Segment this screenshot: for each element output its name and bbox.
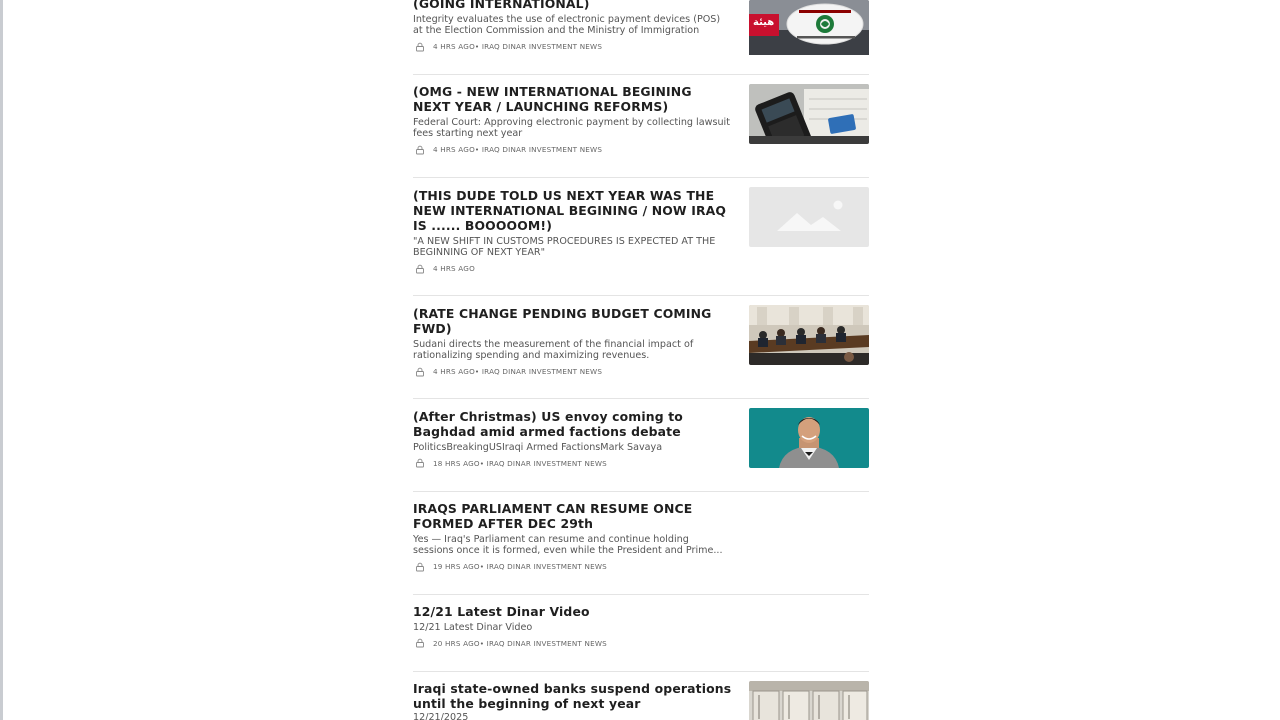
post-meta: 19 HRS AGO • IRAQ DINAR INVESTMENT NEWS: [413, 561, 733, 573]
post-title[interactable]: (RATE CHANGE PENDING BUDGET COMING FWD): [413, 306, 733, 336]
post-source[interactable]: • IRAQ DINAR INVESTMENT NEWS: [480, 562, 607, 571]
post-item[interactable]: (After Christmas) US envoy coming to Bag…: [413, 408, 869, 489]
post-item[interactable]: 12/21 Latest Dinar Video 12/21 Latest Di…: [413, 604, 869, 664]
post-text: (GOING INTERNATIONAL) Integrity evaluate…: [413, 0, 733, 53]
post-text: (THIS DUDE TOLD US NEXT YEAR WAS THE NEW…: [413, 188, 733, 275]
post-time: 20 HRS AGO: [433, 638, 480, 648]
post-item[interactable]: Iraqi state-owned banks suspend operatio…: [413, 681, 869, 720]
post-meta: 20 HRS AGO • IRAQ DINAR INVESTMENT NEWS: [413, 637, 733, 649]
post-text: (After Christmas) US envoy coming to Bag…: [413, 409, 733, 469]
post-time: 4 HRS AGO: [433, 367, 475, 377]
post-title[interactable]: (After Christmas) US envoy coming to Bag…: [413, 409, 733, 439]
post-source[interactable]: • IRAQ DINAR INVESTMENT NEWS: [475, 145, 602, 154]
post-title[interactable]: Iraqi state-owned banks suspend operatio…: [413, 681, 733, 711]
post-text: IRAQS PARLIAMENT CAN RESUME ONCE FORMED …: [413, 501, 733, 573]
lock-icon: [413, 144, 427, 155]
post-item[interactable]: (THIS DUDE TOLD US NEXT YEAR WAS THE NEW…: [413, 187, 869, 284]
lock-icon: [413, 561, 427, 572]
post-time: 4 HRS AGO: [433, 264, 475, 274]
feed-divider: [413, 74, 869, 75]
post-thumbnail[interactable]: [749, 408, 869, 468]
post-thumbnail[interactable]: [749, 305, 869, 365]
post-title[interactable]: IRAQS PARLIAMENT CAN RESUME ONCE FORMED …: [413, 501, 733, 531]
window-left-edge: [0, 0, 3, 720]
post-subtitle: 12/21 Latest Dinar Video: [413, 622, 533, 633]
post-subtitle: 12/21/2025: [413, 712, 469, 720]
post-subtitle: "A NEW SHIFT IN CUSTOMS PROCEDURES IS EX…: [413, 236, 716, 259]
post-subtitle: Federal Court: Approving electronic paym…: [413, 117, 730, 140]
post-subtitle: PoliticsBreakingUSIraqi Armed FactionsMa…: [413, 442, 663, 453]
post-title[interactable]: (THIS DUDE TOLD US NEXT YEAR WAS THE NEW…: [413, 188, 733, 233]
post-text: (RATE CHANGE PENDING BUDGET COMING FWD) …: [413, 306, 733, 378]
post-title[interactable]: 12/21 Latest Dinar Video: [413, 604, 733, 619]
post-thumbnail[interactable]: هيئة: [749, 0, 869, 60]
post-text: 12/21 Latest Dinar Video 12/21 Latest Di…: [413, 604, 733, 649]
news-feed: (GOING INTERNATIONAL) Integrity evaluate…: [413, 0, 869, 720]
feed-divider: [413, 177, 869, 178]
feed-divider: [413, 295, 869, 296]
feed-divider: [413, 398, 869, 399]
post-text: (OMG - NEW INTERNATIONAL BEGINING NEXT Y…: [413, 84, 733, 156]
feed-divider: [413, 671, 869, 672]
post-item[interactable]: (RATE CHANGE PENDING BUDGET COMING FWD) …: [413, 305, 869, 386]
post-source[interactable]: • IRAQ DINAR INVESTMENT NEWS: [480, 639, 607, 648]
feed-divider: [413, 594, 869, 595]
post-title[interactable]: (GOING INTERNATIONAL): [413, 0, 733, 11]
post-text: Iraqi state-owned banks suspend operatio…: [413, 681, 733, 720]
post-meta: 18 HRS AGO • IRAQ DINAR INVESTMENT NEWS: [413, 457, 733, 469]
post-source[interactable]: • IRAQ DINAR INVESTMENT NEWS: [475, 367, 602, 376]
lock-icon: [413, 458, 427, 469]
post-item[interactable]: IRAQS PARLIAMENT CAN RESUME ONCE FORMED …: [413, 501, 869, 581]
post-subtitle: Yes — Iraq's Parliament can resume and c…: [413, 534, 723, 557]
post-meta: 4 HRS AGO • IRAQ DINAR INVESTMENT NEWS: [413, 144, 733, 156]
post-thumbnail[interactable]: [749, 681, 869, 720]
post-meta: 4 HRS AGO • IRAQ DINAR INVESTMENT NEWS: [413, 366, 733, 378]
post-meta: 4 HRS AGO • IRAQ DINAR INVESTMENT NEWS: [413, 41, 733, 53]
post-source[interactable]: • IRAQ DINAR INVESTMENT NEWS: [475, 42, 602, 51]
post-source[interactable]: • IRAQ DINAR INVESTMENT NEWS: [480, 459, 607, 468]
feed-divider: [413, 491, 869, 492]
post-subtitle: Sudani directs the measurement of the fi…: [413, 339, 694, 362]
lock-icon: [413, 366, 427, 377]
lock-icon: [413, 638, 427, 649]
image-placeholder-icon[interactable]: [749, 187, 869, 247]
lock-icon: [413, 41, 427, 52]
post-time: 4 HRS AGO: [433, 42, 475, 52]
post-time: 4 HRS AGO: [433, 145, 475, 155]
post-item[interactable]: (OMG - NEW INTERNATIONAL BEGINING NEXT Y…: [413, 84, 869, 164]
post-item[interactable]: (GOING INTERNATIONAL) Integrity evaluate…: [413, 0, 869, 71]
post-time: 19 HRS AGO: [433, 562, 480, 572]
lock-icon: [413, 263, 427, 274]
thumbnail-caption: هيئة: [753, 17, 775, 28]
post-thumbnail[interactable]: [749, 84, 869, 144]
post-title[interactable]: (OMG - NEW INTERNATIONAL BEGINING NEXT Y…: [413, 84, 733, 114]
post-meta: 4 HRS AGO: [413, 263, 733, 275]
post-time: 18 HRS AGO: [433, 458, 480, 468]
post-subtitle: Integrity evaluates the use of electroni…: [413, 14, 721, 37]
